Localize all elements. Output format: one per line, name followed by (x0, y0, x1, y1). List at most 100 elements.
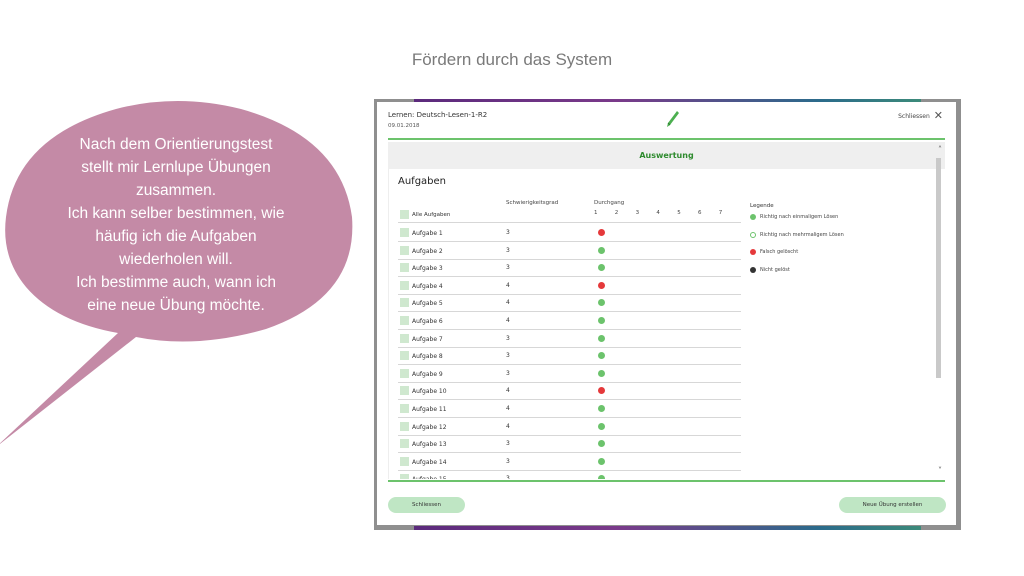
task-row[interactable]: Aufgabe 13 3 (398, 435, 741, 454)
speech-bubble-line: Ich kann selber bestimmen, wie (67, 205, 285, 222)
task-checkbox[interactable] (400, 245, 409, 255)
task-checkbox[interactable] (400, 456, 409, 466)
task-checkbox[interactable] (400, 263, 409, 273)
scrollbar-thumb[interactable] (936, 158, 941, 378)
task-difficulty: 3 (506, 229, 510, 236)
task-row[interactable]: Aufgabe 6 4 (398, 312, 741, 330)
task-row[interactable]: Aufgabe 8 3 (398, 347, 741, 366)
results-panel: Aufgaben Schwierigkeitsgrad Durchgang 12… (388, 169, 936, 479)
task-difficulty: 3 (506, 369, 510, 377)
task-status-dot (598, 299, 605, 307)
close-button-top[interactable]: Schliessen ✕ (898, 110, 943, 121)
legend-label: Falsch gelöscht (760, 249, 799, 255)
task-checkbox[interactable] (400, 228, 409, 237)
task-checkbox[interactable] (400, 333, 409, 343)
task-status-dot (598, 422, 605, 430)
task-checkbox[interactable] (400, 474, 409, 479)
task-status-dot (598, 229, 605, 236)
task-name: Aufgabe 1 (412, 230, 443, 237)
speech-bubble-line: Ich bestimme auch, wann ich (76, 274, 276, 291)
speech-bubble: Nach dem Orientierungstest stellt mir Ler… (0, 97, 358, 444)
select-all-row[interactable]: Alle Aufgaben (398, 207, 741, 223)
task-row[interactable]: Aufgabe 2 3 (398, 242, 741, 260)
close-button[interactable]: Schliessen (388, 497, 465, 513)
speech-bubble-line: stellt mir Lernlupe Übungen (81, 159, 271, 176)
task-row[interactable]: Aufgabe 1 3 (398, 224, 741, 242)
learn-date: 09.01.2018 (388, 123, 420, 129)
task-name: Aufgabe 10 (412, 388, 447, 396)
footer-divider (388, 480, 945, 482)
header-divider (388, 138, 945, 140)
select-all-label: Alle Aufgaben (412, 212, 451, 218)
legend-item: Richtig nach einmaligem Lösen (750, 214, 844, 232)
task-name: Aufgabe 4 (412, 282, 443, 290)
close-label: Schliessen (898, 112, 930, 120)
scroll-up-icon[interactable]: ˄ (938, 145, 942, 154)
task-difficulty: 4 (506, 387, 510, 395)
task-checkbox[interactable] (400, 404, 409, 413)
task-status-dot (598, 352, 605, 360)
task-checkbox[interactable] (400, 280, 409, 290)
task-row[interactable]: Aufgabe 5 4 (398, 294, 741, 313)
task-row[interactable]: Aufgabe 9 3 (398, 365, 741, 383)
speech-bubble-line: wiederholen will. (119, 251, 233, 268)
task-status-dot (598, 369, 605, 377)
speech-bubble-line: Nach dem Orientierungstest (79, 136, 273, 153)
task-row[interactable]: Aufgabe 7 3 (398, 330, 741, 348)
learn-title: Lernen: Deutsch-Lesen-1-R2 (388, 111, 488, 119)
task-checkbox[interactable] (400, 368, 409, 378)
task-row[interactable]: Aufgabe 11 4 (398, 400, 741, 418)
task-row[interactable]: Aufgabe 12 4 (398, 418, 741, 436)
task-row[interactable]: Aufgabe 4 4 (398, 277, 741, 295)
legend-label: Richtig nach einmaligem Lösen (760, 214, 839, 220)
task-status-dot (598, 281, 605, 289)
legend-label: Richtig nach mehrmaligem Lösen (760, 231, 844, 238)
task-name: Aufgabe 11 (412, 406, 447, 413)
task-status-dot (598, 264, 605, 272)
task-checkbox[interactable] (400, 421, 409, 431)
task-name: Aufgabe 12 (412, 423, 447, 431)
section-title: Auswertung (388, 142, 945, 169)
task-difficulty: 3 (506, 246, 510, 254)
task-row[interactable]: Aufgabe 10 4 (398, 382, 741, 401)
task-name: Aufgabe 7 (412, 335, 443, 343)
window-accent-bottom (414, 526, 921, 530)
task-name: Aufgabe 6 (412, 318, 443, 325)
panel-heading: Aufgaben (398, 176, 447, 187)
select-all-checkbox[interactable] (400, 210, 409, 219)
legend-label: Nicht gelöst (760, 266, 790, 273)
legend-dot (750, 266, 756, 273)
task-checkbox[interactable] (400, 386, 409, 396)
task-status-dot (598, 475, 605, 479)
speech-bubble-line: zusammen. (135, 182, 217, 199)
speech-bubble-line: eine neue Übung möchte. (87, 297, 265, 314)
task-row[interactable]: Aufgabe 15 3 (398, 470, 741, 479)
pencil-icon[interactable] (666, 110, 680, 132)
task-name: Aufgabe 8 (412, 353, 443, 361)
task-name: Aufgabe 9 (412, 370, 443, 378)
task-difficulty: 4 (506, 317, 510, 324)
task-difficulty: 4 (506, 405, 510, 412)
task-difficulty: 3 (506, 352, 510, 360)
task-checkbox[interactable] (400, 316, 409, 325)
task-status-dot (598, 440, 605, 448)
task-checkbox[interactable] (400, 439, 409, 449)
speech-bubble-line: häufig ich die Aufgaben (95, 228, 257, 245)
task-status-dot (598, 387, 605, 395)
task-difficulty: 3 (506, 264, 510, 272)
column-pass: Durchgang (594, 200, 625, 206)
legend-items: Richtig nach einmaligem Lösen Richtig nac… (750, 214, 844, 284)
new-exercise-button[interactable]: Neue Übung erstellen (839, 497, 946, 513)
scroll-down-icon[interactable]: ˅ (938, 466, 942, 475)
task-status-dot (598, 317, 605, 324)
task-difficulty: 3 (506, 457, 510, 465)
task-checkbox[interactable] (400, 298, 409, 308)
task-row[interactable]: Aufgabe 3 3 (398, 259, 741, 278)
task-name: Aufgabe 5 (412, 300, 443, 308)
task-name: Aufgabe 15 (412, 476, 447, 479)
task-row[interactable]: Aufgabe 14 3 (398, 453, 741, 471)
task-difficulty: 4 (506, 281, 510, 289)
task-checkbox[interactable] (400, 351, 409, 361)
legend-title: Legende (750, 203, 774, 209)
task-status-dot (598, 246, 605, 254)
